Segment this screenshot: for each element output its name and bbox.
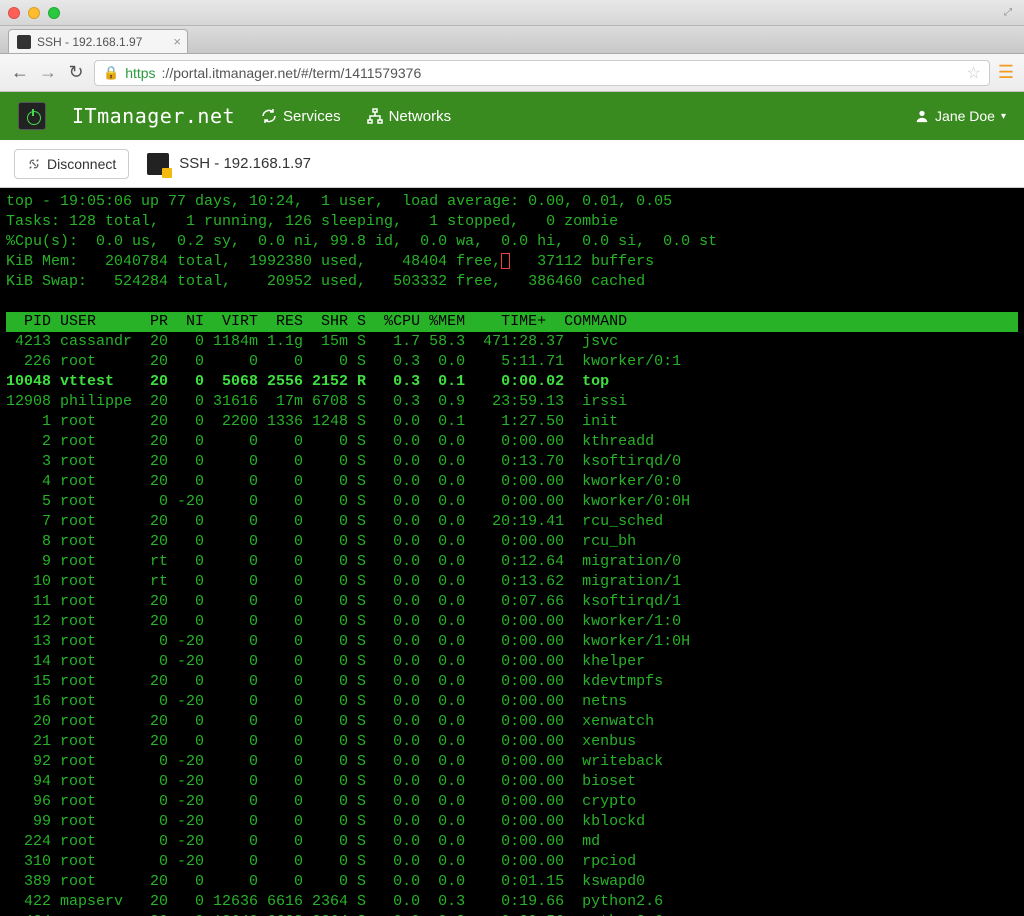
- user-icon: [915, 109, 929, 123]
- nav-services[interactable]: Services: [261, 108, 341, 125]
- user-menu[interactable]: Jane Doe ▾: [915, 108, 1006, 124]
- browser-toolbar: ← → ↻ 🔒 https ://portal.itmanager.net/#/t…: [0, 54, 1024, 92]
- disconnect-button[interactable]: Disconnect: [14, 149, 129, 179]
- fullscreen-icon[interactable]: ⤢: [1004, 7, 1016, 19]
- close-window-button[interactable]: [8, 7, 20, 19]
- app-header: ITmanager.net Services Networks Jane Doe…: [0, 92, 1024, 140]
- caret-down-icon: ▾: [1001, 111, 1006, 122]
- ssh-breadcrumb: SSH - 192.168.1.97: [147, 153, 311, 175]
- disconnect-icon: [27, 157, 41, 171]
- bookmark-star-icon[interactable]: ☆: [967, 63, 981, 83]
- terminal-icon: [147, 153, 169, 175]
- back-button[interactable]: ←: [10, 62, 30, 83]
- reload-button[interactable]: ↻: [66, 62, 86, 83]
- nav-services-label: Services: [283, 108, 341, 125]
- close-tab-icon[interactable]: ×: [173, 34, 181, 49]
- ssh-label: SSH - 192.168.1.97: [179, 155, 311, 172]
- refresh-icon: [261, 108, 277, 124]
- traffic-lights: [8, 7, 60, 19]
- minimize-window-button[interactable]: [28, 7, 40, 19]
- browser-tab[interactable]: SSH - 192.168.1.97 ×: [8, 29, 188, 53]
- forward-button[interactable]: →: [38, 62, 58, 83]
- zoom-window-button[interactable]: [48, 7, 60, 19]
- tab-title: SSH - 192.168.1.97: [37, 35, 142, 49]
- browser-tab-strip: SSH - 192.168.1.97 ×: [0, 26, 1024, 54]
- brand-name: ITmanager.net: [72, 104, 235, 128]
- hamburger-menu-icon[interactable]: ☰: [998, 62, 1014, 83]
- url-path: ://portal.itmanager.net/#/term/141157937…: [162, 65, 422, 81]
- sub-toolbar: Disconnect SSH - 192.168.1.97: [0, 140, 1024, 188]
- network-icon: [367, 108, 383, 124]
- logo-icon: [18, 102, 46, 130]
- lock-icon: 🔒: [103, 65, 119, 81]
- terminal[interactable]: top - 19:05:06 up 77 days, 10:24, 1 user…: [0, 188, 1024, 916]
- user-name: Jane Doe: [935, 108, 995, 124]
- window-titlebar: ⤢: [0, 0, 1024, 26]
- address-bar[interactable]: 🔒 https ://portal.itmanager.net/#/term/14…: [94, 60, 990, 86]
- nav-networks[interactable]: Networks: [367, 108, 452, 125]
- nav-networks-label: Networks: [389, 108, 452, 125]
- disconnect-label: Disconnect: [47, 156, 116, 172]
- url-protocol: https: [125, 65, 155, 81]
- favicon-icon: [17, 35, 31, 49]
